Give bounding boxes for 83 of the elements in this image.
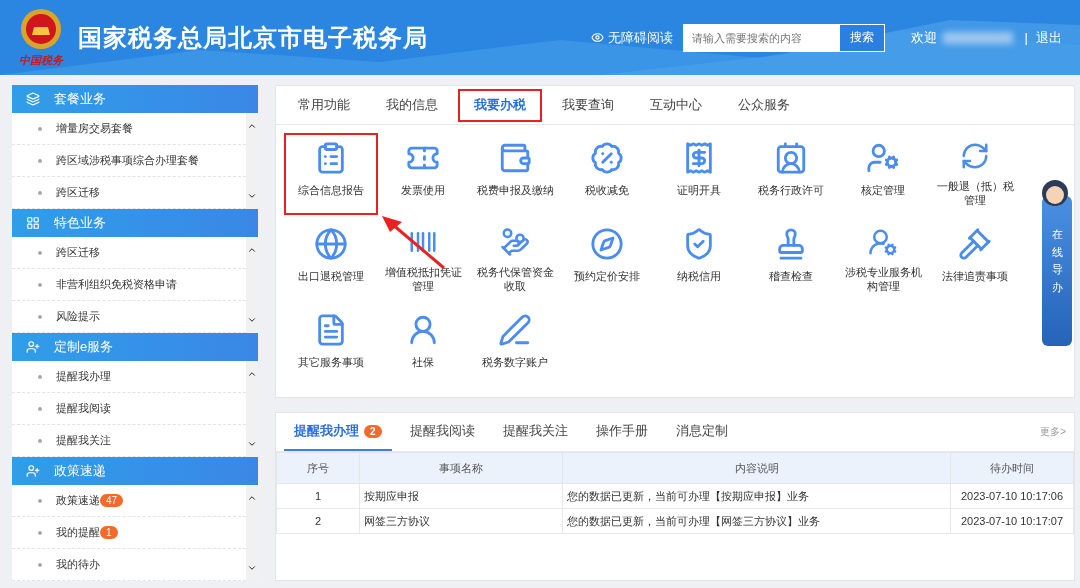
service-item[interactable]: 其它服务事项 xyxy=(284,305,378,387)
scrollbar[interactable] xyxy=(246,361,258,457)
column-header: 内容说明 xyxy=(562,452,951,484)
sidebar-item[interactable]: 政策速递 47 xyxy=(12,485,246,517)
section-title: 套餐业务 xyxy=(54,90,106,108)
separator: | xyxy=(1024,30,1028,45)
site-title: 国家税务总局北京市电子税务局 xyxy=(78,22,428,53)
table-cell: 您的数据已更新，当前可办理【网签三方协议】业务 xyxy=(562,508,951,534)
tab[interactable]: 我要办税 xyxy=(458,88,542,122)
table-cell: 网签三方协议 xyxy=(359,508,563,534)
accessibility-link[interactable]: 无障碍阅读 xyxy=(590,28,673,47)
grid-icon xyxy=(26,216,40,230)
globe-icon xyxy=(314,227,348,261)
count-badge: 2 xyxy=(364,424,382,438)
tab[interactable]: 消息定制 xyxy=(665,413,738,451)
service-item[interactable]: 稽查检查 xyxy=(744,219,838,301)
table-cell: 1 xyxy=(276,483,360,509)
service-item[interactable]: 发票使用 xyxy=(376,133,470,215)
service-item[interactable]: 税务代保管资金收取 xyxy=(468,219,562,301)
service-item[interactable]: 税收减免 xyxy=(560,133,654,215)
table-cell: 2023-07-10 10:17:07 xyxy=(950,508,1074,534)
logo-caption: 中国税务 xyxy=(19,53,63,68)
scroll-up-icon[interactable] xyxy=(247,245,257,255)
tab[interactable]: 互动中心 xyxy=(634,88,718,122)
layers-icon xyxy=(26,92,40,106)
column-header: 事项名称 xyxy=(359,452,563,484)
table-cell: 2 xyxy=(276,508,360,534)
service-item[interactable]: 法律追责事项 xyxy=(928,219,1022,301)
id-card-icon xyxy=(774,141,808,175)
search-button[interactable]: 搜索 xyxy=(839,24,884,51)
service-item[interactable]: 增值税抵扣凭证管理 xyxy=(376,219,470,301)
service-item[interactable]: 出口退税管理 xyxy=(284,219,378,301)
service-item[interactable]: 社保 xyxy=(376,305,470,387)
scroll-down-icon[interactable] xyxy=(247,191,257,201)
user-plus-icon xyxy=(26,464,40,478)
scroll-up-icon[interactable] xyxy=(247,493,257,503)
count-badge: 1 xyxy=(100,526,118,539)
tab[interactable]: 我的信息 xyxy=(370,88,454,122)
tab[interactable]: 操作手册 xyxy=(585,413,658,451)
tab[interactable]: 常用功能 xyxy=(282,88,366,122)
scroll-down-icon[interactable] xyxy=(247,315,257,325)
count-badge: 47 xyxy=(100,494,124,507)
tab[interactable]: 提醒我关注 xyxy=(492,413,578,451)
service-item[interactable]: 纳税信用 xyxy=(652,219,746,301)
service-item[interactable]: 核定管理 xyxy=(836,133,930,215)
section-title: 政策速递 xyxy=(54,462,106,480)
compass-icon xyxy=(590,227,624,261)
service-item[interactable]: 税务行政许可 xyxy=(744,133,838,215)
wallet-icon xyxy=(498,141,532,175)
user-plus-icon xyxy=(26,340,40,354)
welcome-text: 欢迎 xyxy=(910,28,937,47)
hand-coins-icon xyxy=(498,227,532,257)
scroll-down-icon[interactable] xyxy=(247,439,257,449)
scroll-down-icon[interactable] xyxy=(247,563,257,573)
badge-icon xyxy=(590,141,624,175)
online-guide-button[interactable]: 在线导办 xyxy=(1042,196,1072,346)
service-item[interactable]: 综合信息报告 xyxy=(284,133,378,215)
section-title: 特色业务 xyxy=(54,214,106,232)
pen-icon xyxy=(498,313,532,347)
scroll-up-icon[interactable] xyxy=(247,369,257,379)
search-field[interactable]: 请输入需要搜索的内容 搜索 xyxy=(682,23,885,52)
tab[interactable]: 公众服务 xyxy=(722,88,806,122)
emblem-icon xyxy=(18,7,64,51)
service-item[interactable]: 税务数字账户 xyxy=(468,305,562,387)
table-cell: 按期应申报 xyxy=(359,483,563,509)
service-item[interactable]: 证明开具 xyxy=(652,133,746,215)
service-item[interactable]: 预约定价安排 xyxy=(560,219,654,301)
tab[interactable]: 我要查询 xyxy=(546,88,630,122)
service-item[interactable]: 涉税专业服务机构管理 xyxy=(836,219,930,301)
table-cell: 您的数据已更新，当前可办理【按期应申报】业务 xyxy=(562,483,951,509)
eye-icon xyxy=(590,31,604,44)
gavel-icon xyxy=(958,227,992,261)
table-cell: 2023-07-10 10:17:06 xyxy=(950,483,1074,509)
section-title: 定制e服务 xyxy=(54,338,114,356)
scrollbar[interactable] xyxy=(246,113,258,209)
tab[interactable]: 提醒我阅读 xyxy=(399,413,485,451)
service-item[interactable]: 税费申报及缴纳 xyxy=(468,133,562,215)
service-item[interactable]: 一般退（抵）税管理 xyxy=(928,133,1022,215)
user-gear-icon xyxy=(866,141,900,175)
scrollbar[interactable] xyxy=(246,237,258,333)
column-header: 待办时间 xyxy=(950,452,1074,484)
scroll-up-icon[interactable] xyxy=(247,121,257,131)
column-header: 序号 xyxy=(276,452,360,484)
